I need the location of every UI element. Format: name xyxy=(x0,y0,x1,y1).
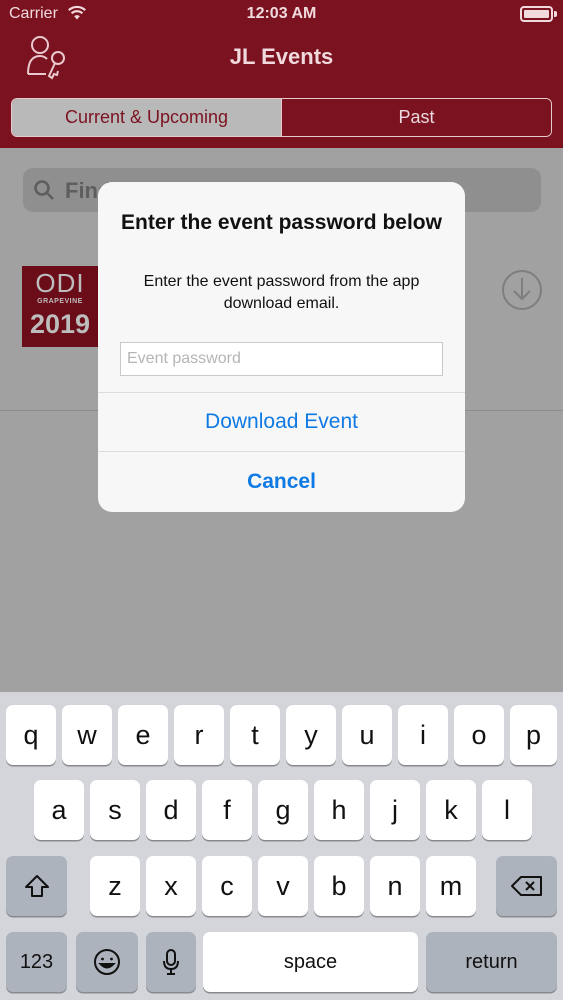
key-t[interactable]: t xyxy=(230,705,280,765)
key-r[interactable]: r xyxy=(174,705,224,765)
key-y[interactable]: y xyxy=(286,705,336,765)
key-q[interactable]: q xyxy=(6,705,56,765)
clock: 12:03 AM xyxy=(246,5,317,22)
shift-icon xyxy=(24,875,49,897)
key-p[interactable]: p xyxy=(510,705,557,765)
on-screen-keyboard: q w e r t y u i o p a s d f g h j k l z … xyxy=(0,692,563,1000)
key-k[interactable]: k xyxy=(426,780,476,840)
key-f[interactable]: f xyxy=(202,780,252,840)
key-e[interactable]: e xyxy=(118,705,168,765)
key-d[interactable]: d xyxy=(146,780,196,840)
event-filter-segmented-control: Current & Upcoming Past xyxy=(11,98,552,137)
space-key[interactable]: space xyxy=(203,932,418,992)
microphone-icon xyxy=(163,949,179,975)
key-c[interactable]: c xyxy=(202,856,252,916)
key-g[interactable]: g xyxy=(258,780,308,840)
backspace-icon xyxy=(510,876,542,896)
key-o[interactable]: o xyxy=(454,705,504,765)
password-alert-dialog: Enter the event password below Enter the… xyxy=(98,182,465,512)
key-i[interactable]: i xyxy=(398,705,448,765)
event-password-input[interactable] xyxy=(120,342,443,376)
key-u[interactable]: u xyxy=(342,705,392,765)
key-j[interactable]: j xyxy=(370,780,420,840)
tab-current-upcoming[interactable]: Current & Upcoming xyxy=(12,99,281,136)
return-key[interactable]: return xyxy=(426,932,557,992)
key-a[interactable]: a xyxy=(34,780,84,840)
key-h[interactable]: h xyxy=(314,780,364,840)
alert-separator xyxy=(98,451,465,452)
thumb-subtitle: GRAPEVINE xyxy=(37,298,83,305)
key-n[interactable]: n xyxy=(370,856,420,916)
app-title: JL Events xyxy=(229,44,334,69)
download-circle-icon[interactable] xyxy=(500,268,544,312)
key-z[interactable]: z xyxy=(90,856,140,916)
backspace-key[interactable] xyxy=(496,856,557,916)
battery-icon xyxy=(520,6,553,22)
key-b[interactable]: b xyxy=(314,856,364,916)
download-event-button[interactable]: Download Event xyxy=(98,393,465,451)
alert-message: Enter the event password from the app do… xyxy=(143,273,420,312)
key-v[interactable]: v xyxy=(258,856,308,916)
numbers-key[interactable]: 123 xyxy=(6,932,67,992)
emoji-key[interactable] xyxy=(76,932,138,992)
thumb-year: 2019 xyxy=(29,309,91,339)
key-m[interactable]: m xyxy=(426,856,476,916)
nav-header: Carrier 12:03 AM JL Events Current & Upc… xyxy=(0,0,563,148)
alert-title: Enter the event password below xyxy=(121,211,442,234)
key-l[interactable]: l xyxy=(482,780,532,840)
microphone-key[interactable] xyxy=(146,932,196,992)
search-icon xyxy=(34,180,54,200)
key-s[interactable]: s xyxy=(90,780,140,840)
thumb-title: ODI xyxy=(35,268,85,298)
emoji-icon xyxy=(94,949,120,975)
key-x[interactable]: x xyxy=(146,856,196,916)
cancel-button[interactable]: Cancel xyxy=(98,453,465,511)
tab-past[interactable]: Past xyxy=(281,99,551,136)
key-w[interactable]: w xyxy=(62,705,112,765)
shift-key[interactable] xyxy=(6,856,67,916)
event-thumbnail[interactable]: ODI GRAPEVINE 2019 xyxy=(22,266,98,347)
battery-tip xyxy=(554,11,557,17)
status-bar: Carrier 12:03 AM xyxy=(0,0,563,30)
